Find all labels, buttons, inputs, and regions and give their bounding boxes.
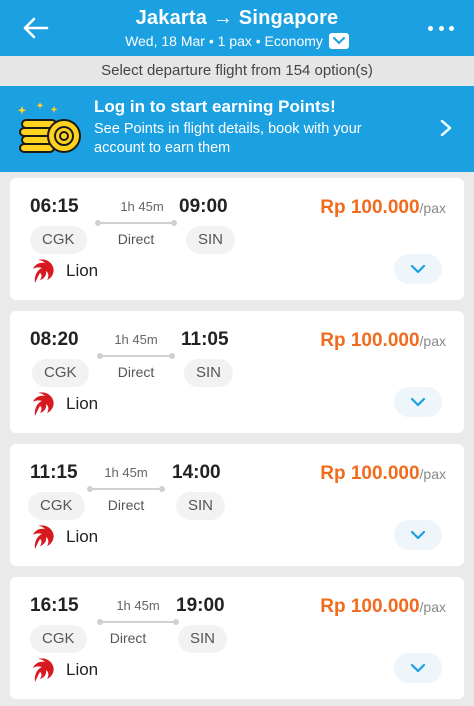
destination-airport: SIN [176,492,226,520]
price-unit: /pax [419,599,446,615]
arrival-time: 09:00 [179,196,228,217]
app-header: Jakarta → Singapore Wed, 18 Mar • 1 pax … [0,0,474,56]
chevron-down-icon [410,264,426,274]
price-amount: Rp 100.000 [320,197,420,218]
flight-price: Rp 100.000/pax [320,463,446,485]
flight-price: Rp 100.000/pax [320,330,446,352]
more-dots-icon [428,25,433,31]
departure-time: 08:20 [30,329,79,350]
duration-line [95,220,177,226]
back-button[interactable] [18,12,52,44]
stops-label: Direct [117,364,155,380]
destination-airport: SIN [184,359,234,387]
price-amount: Rp 100.000 [320,463,420,484]
origin-airport: CGK [32,359,89,387]
coins-icon [17,102,81,153]
price-unit: /pax [419,333,446,349]
more-dots-icon [438,25,444,31]
chevron-down-icon[interactable] [328,33,349,49]
expand-details-button[interactable] [394,387,442,417]
route-summary[interactable]: Jakarta → Singapore Wed, 18 Mar • 1 pax … [70,5,404,51]
chevron-right-icon [440,119,452,137]
flight-duration: 1h 45m [120,199,164,214]
price-unit: /pax [419,200,446,216]
more-options-button[interactable] [428,18,454,38]
departure-time: 16:15 [30,595,79,616]
stops-label: Direct [109,630,147,646]
flight-card[interactable]: 08:20 1h 45m 11:05 CGK Direct SIN Rp 100… [10,311,464,433]
destination-airport: SIN [178,625,228,653]
chevron-down-icon [410,530,426,540]
destination-airport: SIN [186,226,236,254]
origin-airport: CGK [28,492,85,520]
flight-duration: 1h 45m [104,465,148,480]
points-login-banner[interactable]: Log in to start earning Points! See Poin… [0,86,474,172]
price-amount: Rp 100.000 [320,596,420,617]
arrival-time: 14:00 [172,462,221,483]
chevron-down-icon [410,397,426,407]
airline-name: Lion [66,660,99,679]
duration-line [97,353,175,359]
flight-duration: 1h 45m [114,332,158,347]
trip-details: Wed, 18 Mar • 1 pax • Economy [125,31,349,51]
arrival-time: 19:00 [176,595,225,616]
flight-price: Rp 100.000/pax [320,596,446,618]
more-dots-icon [449,25,454,31]
flight-card[interactable]: 16:15 1h 45m 19:00 CGK Direct SIN Rp 100… [10,577,464,699]
airline-name: Lion [66,527,99,546]
duration-line [87,486,165,492]
arrow-left-icon [23,17,49,39]
airline-name: Lion [66,261,99,280]
expand-details-button[interactable] [394,254,442,284]
flight-count-bar: Select departure flight from 154 option(… [0,56,474,86]
lion-air-logo-icon [33,658,54,682]
departure-time: 11:15 [30,462,78,483]
promo-text: See Points in flight details, book with … [94,121,362,156]
flight-price: Rp 100.000/pax [320,197,446,219]
arrival-time: 11:05 [181,329,229,350]
promo-title: Log in to start earning Points! [94,97,336,116]
lion-air-logo-icon [33,259,54,283]
price-unit: /pax [419,466,446,482]
stops-label: Direct [117,231,155,247]
duration-line [97,619,179,625]
chevron-down-icon [410,663,426,673]
lion-air-logo-icon [33,525,54,549]
flight-card[interactable]: 06:15 1h 45m 09:00 CGK Direct SIN Rp 100… [10,178,464,300]
flight-card[interactable]: 11:15 1h 45m 14:00 CGK Direct SIN Rp 100… [10,444,464,566]
origin-airport: CGK [30,625,87,653]
departure-time: 06:15 [30,196,79,217]
origin-airport: CGK [30,226,87,254]
trip-details-text: Wed, 18 Mar • 1 pax • Economy [125,33,323,49]
expand-details-button[interactable] [394,520,442,550]
airline-name: Lion [66,394,99,413]
stops-label: Direct [107,497,145,513]
expand-details-button[interactable] [394,653,442,683]
lion-air-logo-icon [33,392,54,416]
flight-duration: 1h 45m [116,598,160,613]
price-amount: Rp 100.000 [320,330,420,351]
route-title: Jakarta → Singapore [135,7,339,29]
